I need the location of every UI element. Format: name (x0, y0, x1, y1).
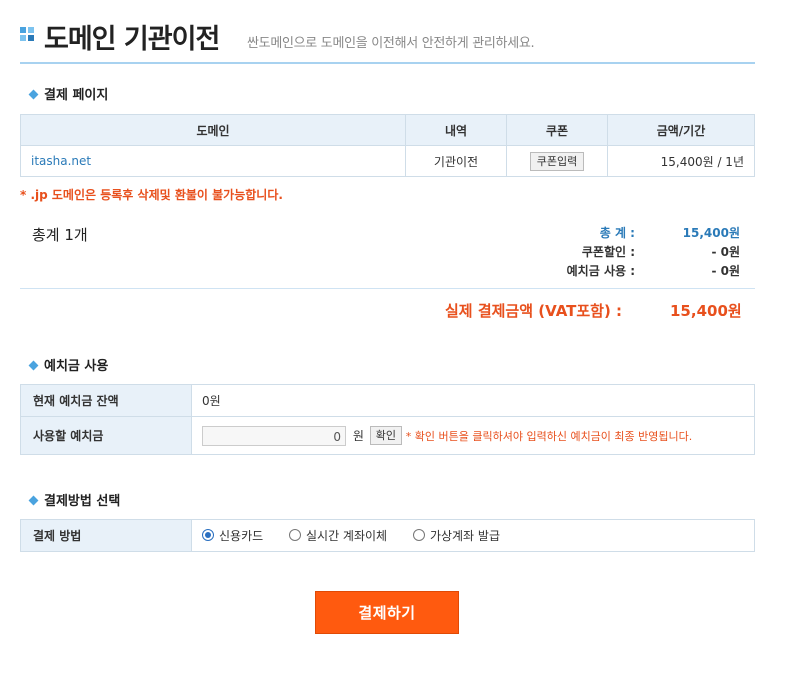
table-row: itasha.net 기관이전 쿠폰입력 15,400원 / 1년 (20, 145, 755, 177)
final-amount-label: 실제 결제금액 (VAT포함) : (445, 302, 623, 320)
method-option-card[interactable]: 신용카드 (202, 529, 263, 543)
deposit-balance-label: 현재 예치금 잔액 (20, 384, 192, 417)
method-table: 결제 방법 신용카드 실시간 계좌이체 가상계좌 발급 (20, 519, 755, 552)
summary-deposit-value: - 0원 (711, 264, 740, 278)
total-count: 총계 1개 (32, 226, 88, 244)
payment-table: 도메인 내역 쿠폰 금액/기간 itasha.net 기관이전 쿠폰입력 15,… (20, 114, 755, 177)
section-title-deposit: 예치금 사용 (28, 355, 108, 374)
item-cell: 기관이전 (405, 145, 507, 177)
domain-link[interactable]: itasha.net (31, 154, 91, 168)
domain-cell: itasha.net (20, 145, 406, 177)
radio-icon[interactable] (289, 529, 301, 541)
column-header-item: 내역 (405, 114, 507, 146)
deposit-balance-row: 현재 예치금 잔액 0원 (20, 384, 755, 417)
section-title-method: 결제방법 선택 (28, 490, 120, 509)
jp-refund-notice: * .jp 도메인은 등록후 삭제및 환불이 불가능합니다. (20, 188, 283, 202)
pay-button[interactable]: 결제하기 (315, 591, 459, 634)
table-header-row: 도메인 내역 쿠폰 금액/기간 (20, 114, 755, 146)
summary-deposit-label: 예치금 사용 : (566, 264, 635, 278)
header-divider (20, 62, 755, 64)
deposit-hint: * 확인 버튼을 클릭하셔야 입력하신 예치금이 최종 반영됩니다. (405, 429, 693, 443)
method-option-transfer[interactable]: 실시간 계좌이체 (289, 529, 387, 543)
method-options-cell: 신용카드 실시간 계좌이체 가상계좌 발급 (191, 519, 755, 552)
deposit-use-cell: 0 원 확인 * 확인 버튼을 클릭하셔야 입력하신 예치금이 최종 반영됩니다… (191, 416, 755, 455)
column-header-price: 금액/기간 (607, 114, 755, 146)
deposit-table: 현재 예치금 잔액 0원 사용할 예치금 0 원 확인 * 확인 버튼을 클릭하… (20, 384, 755, 455)
summary-divider (20, 288, 755, 289)
diamond-bullet-icon (28, 89, 39, 100)
radio-selected-icon[interactable] (202, 529, 214, 541)
deposit-use-label: 사용할 예치금 (20, 416, 192, 455)
page-subtitle: 싼도메인으로 도메인을 이전해서 안전하게 관리하세요. (247, 36, 535, 51)
summary-total-value: 15,400원 (682, 226, 740, 240)
column-header-coupon: 쿠폰 (506, 114, 608, 146)
summary-coupon-value: - 0원 (711, 245, 740, 259)
method-row: 결제 방법 신용카드 실시간 계좌이체 가상계좌 발급 (20, 519, 755, 552)
section-title-payment: 결제 페이지 (28, 84, 108, 103)
deposit-balance-value: 0원 (191, 384, 755, 417)
page-title-icon (20, 27, 35, 42)
deposit-use-row: 사용할 예치금 0 원 확인 * 확인 버튼을 클릭하셔야 입력하신 예치금이 … (20, 416, 755, 455)
deposit-unit: 원 (352, 429, 364, 443)
price-cell: 15,400원 / 1년 (607, 145, 755, 177)
summary-coupon-label: 쿠폰할인 : (581, 245, 635, 259)
method-label: 결제 방법 (20, 519, 192, 552)
coupon-input-button[interactable]: 쿠폰입력 (529, 151, 585, 171)
diamond-bullet-icon (28, 360, 39, 371)
summary-total-label: 총 계 : (599, 226, 635, 240)
method-option-virtual-account[interactable]: 가상계좌 발급 (412, 529, 500, 543)
page-title: 도메인 기관이전 (44, 24, 220, 55)
diamond-bullet-icon (28, 495, 39, 506)
column-header-domain: 도메인 (20, 114, 406, 146)
deposit-amount-input[interactable]: 0 (202, 425, 346, 446)
radio-icon[interactable] (412, 529, 425, 541)
coupon-cell: 쿠폰입력 (506, 145, 608, 177)
final-amount-value: 15,400원 (670, 302, 742, 320)
deposit-confirm-button[interactable]: 확인 (369, 426, 402, 445)
